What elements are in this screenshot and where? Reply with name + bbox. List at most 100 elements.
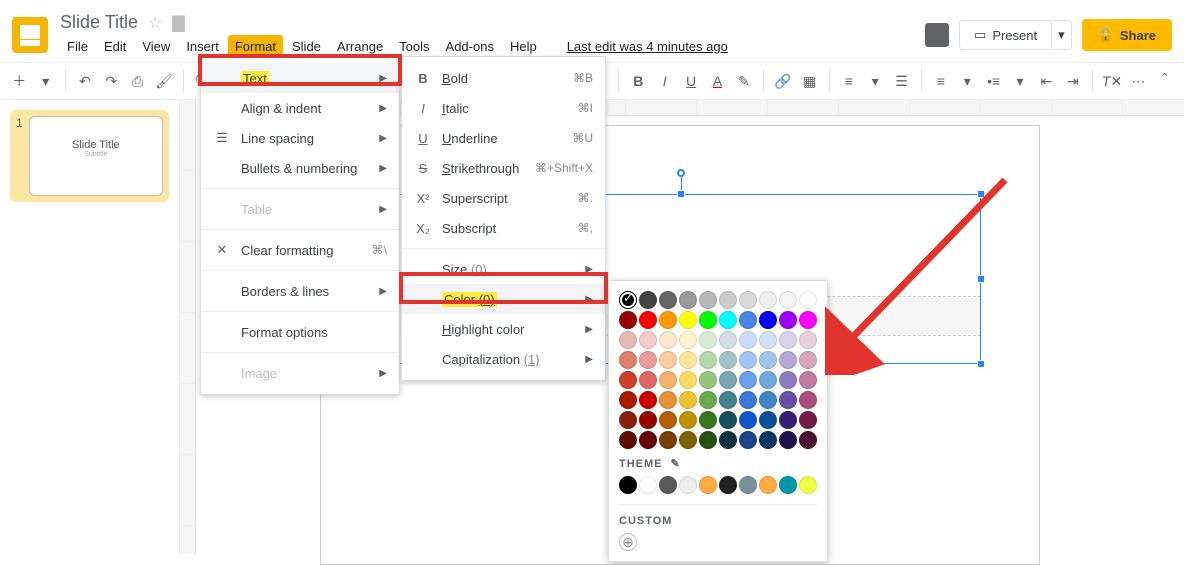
star-icon[interactable]: ☆ (148, 13, 162, 33)
new-slide-dropdown[interactable]: ▾ (34, 68, 56, 94)
menu-file[interactable]: File (60, 35, 95, 58)
text-color-item[interactable]: Color (0) ▶ (402, 284, 605, 314)
color-swatch[interactable] (659, 371, 677, 389)
color-swatch[interactable] (699, 311, 717, 329)
text-highlight-item[interactable]: Highlight color ▶ (402, 314, 605, 344)
color-swatch[interactable] (719, 291, 737, 309)
color-swatch[interactable] (639, 431, 657, 449)
theme-color-swatch[interactable] (679, 476, 697, 494)
theme-color-swatch[interactable] (739, 476, 757, 494)
color-swatch[interactable] (759, 311, 777, 329)
color-swatch[interactable] (799, 431, 817, 449)
color-swatch[interactable] (619, 431, 637, 449)
format-text-item[interactable]: Text ▶ (201, 63, 399, 93)
slides-logo[interactable] (12, 17, 48, 53)
new-slide-button[interactable]: ＋ (8, 68, 30, 94)
menu-arrange[interactable]: Arrange (330, 35, 390, 58)
present-button[interactable]: ▭ Present (959, 20, 1052, 50)
format-options-item[interactable]: Format options (201, 317, 399, 347)
edit-theme-icon[interactable]: ✎ (671, 457, 681, 470)
color-swatch[interactable] (739, 351, 757, 369)
color-swatch[interactable] (639, 371, 657, 389)
color-swatch[interactable] (619, 351, 637, 369)
menu-addons[interactable]: Add-ons (439, 35, 501, 58)
color-swatch[interactable] (639, 331, 657, 349)
clear-formatting-button[interactable]: T✕ (1101, 68, 1123, 94)
numbered-list-dropdown[interactable]: ▾ (956, 68, 978, 94)
text-strikethrough-item[interactable]: S Strikethrough ⌘+Shift+X (402, 153, 605, 183)
color-swatch[interactable] (779, 311, 797, 329)
color-swatch[interactable] (639, 411, 657, 429)
format-line-spacing-item[interactable]: ☰ Line spacing ▶ (201, 123, 399, 153)
color-swatch[interactable] (739, 411, 757, 429)
slide-thumbnail-1[interactable]: 1 Slide Title Subtitle (10, 110, 169, 202)
align-dropdown[interactable]: ▾ (864, 68, 886, 94)
color-swatch[interactable] (639, 291, 657, 309)
bold-button[interactable]: B (627, 68, 649, 94)
align-button[interactable]: ≡ (838, 68, 860, 94)
color-swatch[interactable] (779, 291, 797, 309)
color-swatch[interactable] (699, 371, 717, 389)
move-folder-icon[interactable]: ▇ (172, 13, 184, 33)
color-swatch[interactable] (619, 311, 637, 329)
color-swatch[interactable] (759, 351, 777, 369)
text-superscript-item[interactable]: X² Superscript ⌘. (402, 183, 605, 213)
theme-color-swatch[interactable] (659, 476, 677, 494)
menu-insert[interactable]: Insert (179, 35, 226, 58)
color-swatch[interactable] (739, 291, 757, 309)
italic-button[interactable]: I (654, 68, 676, 94)
theme-color-swatch[interactable] (759, 476, 777, 494)
color-swatch[interactable] (719, 331, 737, 349)
color-swatch[interactable] (759, 391, 777, 409)
numbered-list-button[interactable]: ≡ (930, 68, 952, 94)
color-swatch[interactable] (619, 291, 637, 309)
text-color-button[interactable]: A (706, 68, 728, 94)
menu-slide[interactable]: Slide (285, 35, 328, 58)
color-swatch[interactable] (799, 331, 817, 349)
more-button[interactable]: ⋯ (1127, 68, 1149, 94)
color-swatch[interactable] (759, 411, 777, 429)
bulleted-list-button[interactable]: •≡ (982, 68, 1004, 94)
insert-link-button[interactable]: 🔗 (772, 68, 794, 94)
text-capitalization-item[interactable]: Capitalization (1) ▶ (402, 344, 605, 374)
color-swatch[interactable] (759, 291, 777, 309)
undo-button[interactable]: ↶ (74, 68, 96, 94)
color-swatch[interactable] (659, 351, 677, 369)
color-swatch[interactable] (799, 351, 817, 369)
underline-button[interactable]: U (680, 68, 702, 94)
color-swatch[interactable] (679, 431, 697, 449)
color-swatch[interactable] (639, 351, 657, 369)
color-swatch[interactable] (679, 411, 697, 429)
rotate-handle[interactable] (677, 169, 685, 177)
document-title[interactable]: Slide Title (60, 12, 138, 33)
redo-button[interactable]: ↷ (100, 68, 122, 94)
highlight-button[interactable]: ✎ (733, 68, 755, 94)
decrease-indent-button[interactable]: ⇤ (1035, 68, 1057, 94)
color-swatch[interactable] (739, 391, 757, 409)
theme-color-swatch[interactable] (779, 476, 797, 494)
color-swatch[interactable] (659, 391, 677, 409)
color-swatch[interactable] (679, 331, 697, 349)
color-swatch[interactable] (779, 391, 797, 409)
resize-handle-br[interactable] (977, 360, 985, 368)
menu-help[interactable]: Help (503, 35, 544, 58)
color-swatch[interactable] (719, 411, 737, 429)
color-swatch[interactable] (759, 371, 777, 389)
color-swatch[interactable] (739, 311, 757, 329)
color-swatch[interactable] (779, 411, 797, 429)
theme-color-swatch[interactable] (639, 476, 657, 494)
color-swatch[interactable] (779, 371, 797, 389)
color-swatch[interactable] (619, 331, 637, 349)
menu-tools[interactable]: Tools (392, 35, 436, 58)
color-swatch[interactable] (799, 311, 817, 329)
color-swatch[interactable] (699, 351, 717, 369)
format-clear-formatting-item[interactable]: ✕ Clear formatting ⌘\ (201, 235, 399, 265)
color-swatch[interactable] (719, 391, 737, 409)
theme-color-swatch[interactable] (799, 476, 817, 494)
menu-edit[interactable]: Edit (97, 35, 133, 58)
color-swatch[interactable] (739, 371, 757, 389)
comments-icon[interactable] (925, 23, 949, 47)
insert-comment-button[interactable]: ▦ (798, 68, 820, 94)
color-swatch[interactable] (699, 411, 717, 429)
resize-handle-mr[interactable] (977, 275, 985, 283)
